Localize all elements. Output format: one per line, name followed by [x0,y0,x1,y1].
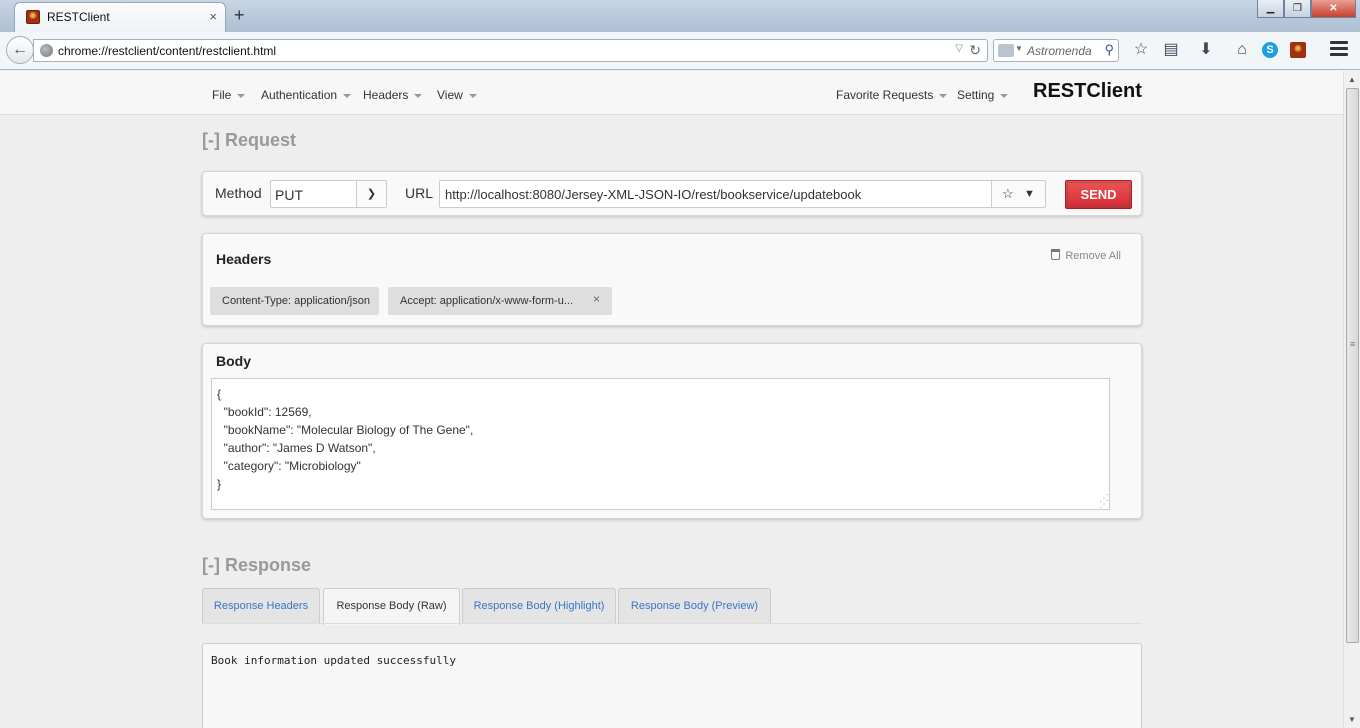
globe-icon [40,44,53,57]
browser-navbar: chrome://restclient/content/restclient.h… [0,32,1360,70]
search-bar[interactable]: ▼ Astromenda ⚲ [993,39,1119,62]
minimize-button[interactable]: ▁ [1257,0,1284,18]
scroll-up-icon[interactable]: ▲ [1348,75,1356,84]
body-line: { [217,387,222,401]
request-panel: Method PUT ❯ URL http://localhost:8080/J… [202,171,1142,216]
scrollbar-thumb[interactable]: ≡ [1346,88,1359,643]
body-panel: Body { "bookId": 12569, "bookName": "Mol… [202,343,1142,519]
body-line: "category": "Microbiology" [217,459,361,473]
search-input[interactable]: Astromenda [1027,44,1092,58]
tab-response-headers[interactable]: Response Headers [202,588,320,624]
caret-down-icon [1000,93,1009,98]
caret-down-icon [237,93,246,98]
favorite-star-icon[interactable]: ☆ [1002,181,1014,207]
send-button[interactable]: SEND [1065,180,1132,209]
close-window-button[interactable]: ✕ [1311,0,1356,18]
remove-all-button[interactable]: Remove All [1051,249,1121,262]
menu-file[interactable]: File [212,88,246,102]
page-scrollbar[interactable]: ▲ ≡ ▼ [1343,71,1360,728]
page-content: File Authentication Headers View Favorit… [0,71,1343,728]
restclient-favicon-icon: ✺ [26,10,40,24]
app-navbar: File Authentication Headers View Favorit… [0,71,1343,115]
skype-icon[interactable]: S [1262,42,1278,58]
method-select[interactable]: PUT ❯ [270,180,387,208]
grip-icon: ≡ [1350,339,1356,349]
hamburger-menu-icon[interactable] [1330,41,1348,57]
header-chip[interactable]: Accept: application/x-www-form-u... × [388,287,612,315]
response-text: Book information updated successfully [211,654,457,667]
caret-down-icon [939,93,948,98]
response-body[interactable]: Book information updated successfully [202,643,1142,728]
method-value: PUT [275,187,303,203]
url-dropdown-icon[interactable]: ▽ [955,43,963,54]
menu-authentication[interactable]: Authentication [261,88,352,102]
body-line: "bookName": "Molecular Biology of The Ge… [217,423,474,437]
search-engine-dropdown-icon[interactable]: ▼ [1015,44,1023,53]
trash-icon [1051,249,1061,260]
caret-down-icon [343,93,352,98]
window-controls: ▁ ❐ ✕ [1257,0,1356,18]
home-icon[interactable]: ⌂ [1232,41,1252,59]
headers-title: Headers [216,251,272,267]
url-bar[interactable]: chrome://restclient/content/restclient.h… [33,39,988,62]
new-tab-button[interactable]: + [234,5,245,25]
scroll-down-icon[interactable]: ▼ [1348,715,1356,724]
tab-title: RESTClient [47,10,110,24]
body-textarea[interactable]: { "bookId": 12569, "bookName": "Molecula… [211,378,1110,510]
body-line: } [217,477,222,491]
header-chip[interactable]: Content-Type: application/json [210,287,379,315]
close-icon[interactable]: × [593,285,600,313]
resize-grip-icon[interactable]: ⋰ ⋰ [1099,494,1109,510]
back-arrow-icon: ← [12,41,28,58]
restore-button[interactable]: ❐ [1284,0,1311,18]
restclient-addon-icon[interactable]: ✺ [1290,42,1306,58]
headers-panel: Headers Remove All Content-Type: applica… [202,233,1142,326]
tab-response-body-preview[interactable]: Response Body (Preview) [618,588,771,624]
url-tools[interactable]: ☆ ▼ [991,180,1046,208]
search-engine-icon[interactable] [998,44,1014,57]
back-button[interactable]: ← [6,36,34,64]
app-brand[interactable]: RESTClient [1033,80,1142,103]
body-line: "bookId": 12569, [217,405,312,419]
method-label: Method [215,185,262,201]
body-line: "author": "James D Watson", [217,441,376,455]
request-url-input[interactable]: http://localhost:8080/Jersey-XML-JSON-IO… [439,180,992,208]
caret-down-icon [414,93,423,98]
url-label: URL [405,185,434,201]
window-titlebar: ✺ RESTClient × + ▁ ❐ ✕ [0,0,1360,32]
reload-icon[interactable]: ↻ [969,42,981,59]
header-chip-label: Content-Type: application/json [222,295,370,307]
body-title: Body [216,353,251,369]
response-section-title[interactable]: [-] Response [202,555,311,576]
reading-list-icon[interactable]: ▤ [1161,41,1181,59]
tabs-divider [202,623,1142,624]
chevron-down-icon[interactable]: ❯ [356,181,386,207]
menu-headers[interactable]: Headers [363,88,423,102]
bookmark-star-icon[interactable]: ☆ [1131,41,1151,59]
request-section-title[interactable]: [-] Request [202,130,296,151]
caret-down-icon [468,93,477,98]
header-chip-label: Accept: application/x-www-form-u... [400,295,573,307]
tab-response-body-raw[interactable]: Response Body (Raw) [323,588,460,625]
download-icon[interactable]: ⬇ [1196,41,1216,59]
menu-view[interactable]: View [437,88,477,102]
url-text[interactable]: chrome://restclient/content/restclient.h… [58,44,276,58]
search-go-icon[interactable]: ⚲ [1104,42,1114,58]
menu-favorite-requests[interactable]: Favorite Requests [836,88,948,102]
tab-close-icon[interactable]: × [209,9,217,24]
menu-setting[interactable]: Setting [957,88,1009,102]
tab-response-body-highlight[interactable]: Response Body (Highlight) [462,588,616,624]
browser-tab[interactable]: ✺ RESTClient × [14,2,226,32]
chevron-down-icon[interactable]: ▼ [1024,181,1035,207]
